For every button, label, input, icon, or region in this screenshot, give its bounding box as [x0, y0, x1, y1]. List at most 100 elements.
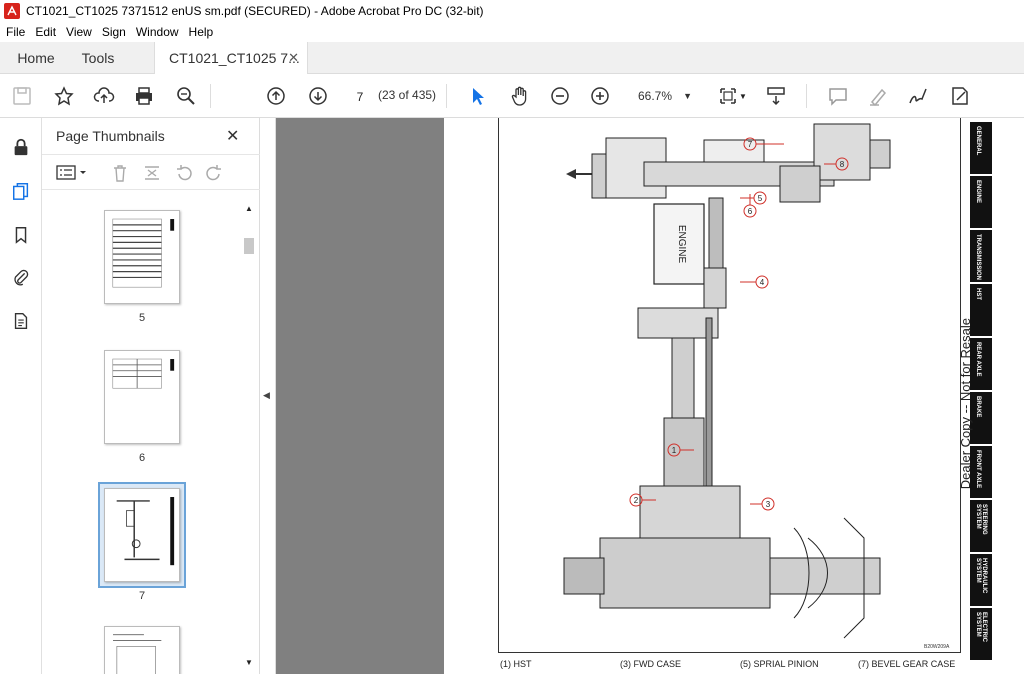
close-tab-icon[interactable]: ✕ [288, 50, 299, 66]
drivetrain-diagram: ENGINE 1 2 3 4 5 6 7 8 [563, 123, 891, 639]
thumbnail-page-5[interactable] [104, 210, 180, 304]
close-icon[interactable]: ✕ [226, 126, 239, 146]
scroll-up-icon[interactable]: ▲ [245, 204, 253, 213]
toolbar-separator [806, 84, 807, 108]
side-tab-rear-axle: REAR AXLE [970, 338, 992, 390]
thumbnail-page-8[interactable] [104, 626, 180, 674]
panel-title: Page Thumbnails [56, 128, 165, 144]
side-tab-brake: BRAKE [970, 392, 992, 444]
fill-sign-icon[interactable] [948, 84, 972, 108]
upload-icon[interactable] [92, 84, 116, 108]
options-menu-icon[interactable] [56, 163, 90, 183]
menu-file[interactable]: File [6, 25, 25, 39]
thumbnail-list: 5 6 7 [42, 190, 242, 674]
bookmark-star-icon[interactable] [52, 84, 76, 108]
menu-bar: File Edit View Sign Window Help [0, 22, 1024, 42]
select-cursor-icon[interactable] [466, 84, 490, 108]
page-count: (23 of 435) [378, 88, 437, 102]
chevron-left-icon: ◀ [263, 390, 270, 400]
side-tab-general: GENERAL [970, 122, 992, 174]
menu-window[interactable]: Window [136, 25, 179, 39]
caption-hst: (1) HST [500, 659, 532, 669]
delete-icon[interactable] [110, 163, 130, 183]
page-frame-line [498, 118, 499, 652]
tab-home[interactable]: Home [6, 42, 66, 74]
chevron-down-icon[interactable]: ▼ [738, 84, 748, 108]
chevron-down-icon: ▼ [683, 91, 692, 101]
comment-icon[interactable] [826, 84, 850, 108]
callout-7: 7 [748, 140, 753, 149]
side-tab-hst: HST [970, 284, 992, 336]
tab-document[interactable]: CT1021_CT1025 7... ✕ [154, 42, 308, 74]
callout-2: 2 [634, 496, 639, 505]
rotate-left-icon[interactable] [174, 163, 194, 183]
side-tab-engine: ENGINE [970, 176, 992, 228]
callout-4: 4 [760, 278, 765, 287]
side-tab-electric: ELECTRIC SYSTEM [970, 608, 992, 660]
tab-tools[interactable]: Tools [70, 42, 126, 74]
acrobat-app-icon [4, 3, 20, 19]
hand-icon[interactable] [508, 84, 532, 108]
save-icon[interactable] [10, 84, 34, 108]
attachment-icon[interactable] [10, 266, 32, 288]
callout-3: 3 [766, 500, 771, 509]
panel-collapse-handle[interactable]: ◀ [260, 118, 276, 674]
scroll-mode-icon[interactable] [764, 84, 788, 108]
side-tab-steering: STEERING SYSTEM [970, 500, 992, 552]
pages-icon[interactable] [10, 180, 32, 202]
caption-spiral-pinion: (5) SPRIAL PINION [740, 659, 819, 669]
zoom-select[interactable]: 66.7% ▼ [630, 86, 692, 106]
zoom-out-icon[interactable] [548, 84, 572, 108]
side-tab-transmission: TRANSMISSION [970, 230, 992, 282]
menu-edit[interactable]: Edit [35, 25, 56, 39]
lock-icon[interactable] [10, 136, 32, 158]
tab-bar: Home Tools CT1021_CT1025 7... ✕ [0, 42, 1024, 74]
scrollbar-thumb[interactable] [244, 238, 254, 254]
tab-document-label: CT1021_CT1025 7... [169, 50, 300, 66]
thumbnail-toolbar [42, 154, 260, 190]
print-icon[interactable] [132, 84, 156, 108]
side-tab-front-axle: FRONT AXLE [970, 446, 992, 498]
figure-code: B20W209A [924, 644, 950, 650]
window-title: CT1021_CT1025 7371512 enUS sm.pdf (SECUR… [26, 4, 484, 18]
rotate-right-icon[interactable] [204, 163, 224, 183]
left-navigation-rail [0, 118, 42, 674]
highlight-icon[interactable] [866, 84, 890, 108]
menu-view[interactable]: View [66, 25, 92, 39]
thumbnails-scrollbar[interactable]: ▲ ▼ [242, 202, 256, 674]
extract-pages-icon[interactable] [142, 163, 162, 183]
thumbnail-label: 7 [138, 590, 146, 602]
bookmark-icon[interactable] [10, 224, 32, 246]
page-fit-icon[interactable] [716, 84, 740, 108]
side-tab-hydraulic: HYDRAULIC SYSTEM [970, 554, 992, 606]
page-number-input[interactable]: 7 [346, 86, 374, 106]
dealer-watermark: Dealer Copy -- Not for Resale [958, 318, 973, 490]
menu-sign[interactable]: Sign [102, 25, 126, 39]
menu-help[interactable]: Help [189, 25, 214, 39]
callout-1: 1 [672, 446, 677, 455]
thumbnail-label: 6 [138, 452, 146, 464]
prev-page-icon[interactable] [264, 84, 288, 108]
scroll-down-icon[interactable]: ▼ [245, 658, 253, 667]
sign-icon[interactable] [906, 84, 930, 108]
caption-fwd-case: (3) FWD CASE [620, 659, 682, 669]
document-icon[interactable] [10, 310, 32, 332]
main-toolbar: 7 (23 of 435) 66.7% ▼ ▼ [0, 74, 1024, 118]
next-page-icon[interactable] [306, 84, 330, 108]
thumbnail-page-7[interactable] [104, 488, 180, 582]
thumbnail-label: 5 [138, 312, 146, 324]
callout-6: 6 [748, 207, 753, 216]
caption-bevel-gear-case: (7) BEVEL GEAR CASE [858, 659, 956, 669]
find-icon[interactable] [174, 84, 198, 108]
page-frame-line [498, 652, 960, 653]
thumbnail-page-6[interactable] [104, 350, 180, 444]
pdf-page: ENGINE 1 2 3 4 5 6 7 8 B20W209A (1) HST … [444, 118, 1024, 674]
callout-8: 8 [840, 160, 845, 169]
engine-label: ENGINE [676, 225, 687, 264]
toolbar-separator [446, 84, 447, 108]
title-bar: CT1021_CT1025 7371512 enUS sm.pdf (SECUR… [0, 0, 1024, 22]
toolbar-separator [210, 84, 211, 108]
zoom-value: 66.7% [638, 89, 673, 103]
document-viewport[interactable]: ENGINE 1 2 3 4 5 6 7 8 B20W209A (1) HST … [276, 118, 1024, 674]
zoom-in-icon[interactable] [588, 84, 612, 108]
